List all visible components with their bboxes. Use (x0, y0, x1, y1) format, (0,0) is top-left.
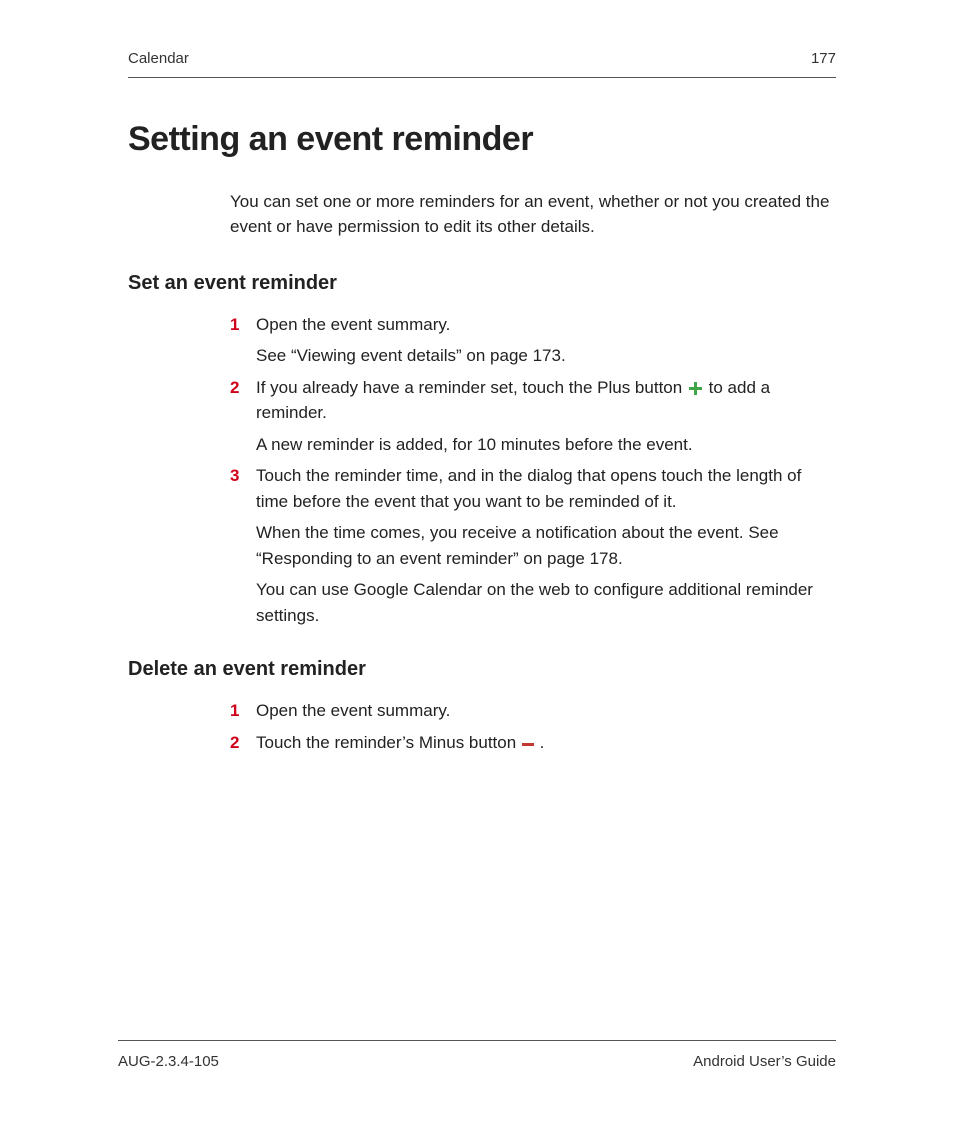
delete-step-2: Touch the reminder’s Minus button . (230, 730, 836, 756)
step-text: You can use Google Calendar on the web t… (256, 577, 836, 628)
step-text: A new reminder is added, for 10 minutes … (256, 432, 836, 458)
delete-step-1: Open the event summary. (230, 698, 836, 724)
step-text: When the time comes, you receive a notif… (256, 520, 836, 571)
step-text-pre: Touch the reminder’s Minus button (256, 733, 521, 752)
step-text: Open the event summary. (256, 698, 836, 724)
step-3: Touch the reminder time, and in the dial… (230, 463, 836, 628)
step-1: Open the event summary. See “Viewing eve… (230, 312, 836, 369)
step-2: If you already have a reminder set, touc… (230, 375, 836, 458)
step-text-pre: If you already have a reminder set, touc… (256, 378, 687, 397)
step-text: Touch the reminder time, and in the dial… (256, 463, 836, 514)
plus-icon (689, 382, 702, 395)
steps-list-delete: Open the event summary. Touch the remind… (230, 698, 836, 755)
steps-list-set: Open the event summary. See “Viewing eve… (230, 312, 836, 629)
page-title: Setting an event reminder (128, 114, 836, 165)
footer-doc-id: AUG-2.3.4-105 (118, 1051, 219, 1074)
footer-guide-name: Android User’s Guide (693, 1051, 836, 1074)
subheading-delete: Delete an event reminder (128, 654, 836, 684)
section-delete-reminder: Delete an event reminder Open the event … (128, 654, 836, 755)
running-header: Calendar 177 (128, 48, 836, 78)
step-text: If you already have a reminder set, touc… (256, 375, 836, 426)
intro-paragraph: You can set one or more reminders for an… (230, 189, 836, 240)
running-footer: AUG-2.3.4-105 Android User’s Guide (118, 1040, 836, 1074)
subheading-set: Set an event reminder (128, 268, 836, 298)
step-text-post: . (540, 733, 545, 752)
minus-icon (522, 743, 534, 747)
step-text: Touch the reminder’s Minus button . (256, 730, 836, 756)
section-set-reminder: Set an event reminder Open the event sum… (128, 268, 836, 629)
step-text: See “Viewing event details” on page 173. (256, 343, 836, 369)
header-section: Calendar (128, 48, 189, 71)
header-page-number: 177 (811, 48, 836, 71)
document-page: Calendar 177 Setting an event reminder Y… (0, 0, 954, 1145)
step-text: Open the event summary. (256, 312, 836, 338)
